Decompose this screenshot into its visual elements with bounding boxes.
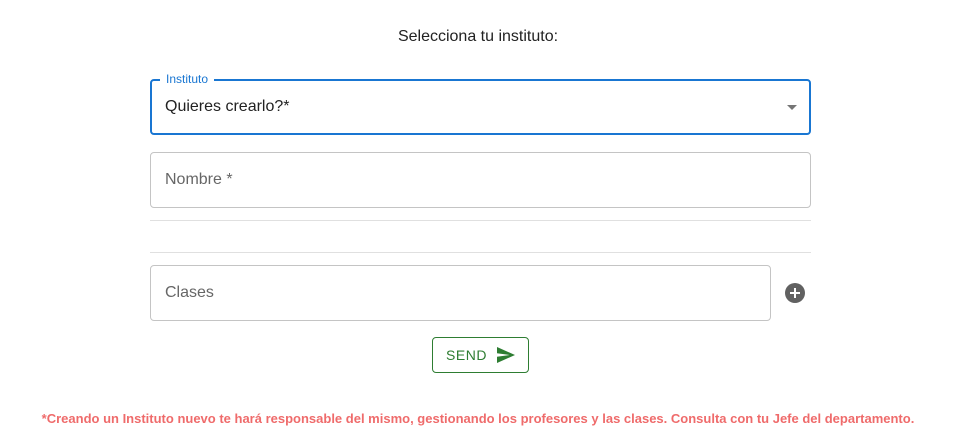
send-button[interactable]: SEND <box>432 337 529 373</box>
send-button-label: SEND <box>446 347 487 363</box>
nombre-field[interactable]: Nombre * <box>150 152 811 208</box>
divider <box>150 252 811 253</box>
add-circle-icon[interactable] <box>785 283 805 303</box>
instituto-label: Instituto <box>160 72 215 86</box>
clases-field[interactable]: Clases <box>150 265 771 321</box>
divider <box>150 220 811 221</box>
instituto-select[interactable]: Instituto Quieres crearlo?* <box>150 72 811 135</box>
nombre-placeholder: Nombre * <box>165 171 233 188</box>
clases-placeholder: Clases <box>165 284 214 301</box>
instituto-selected-value: Quieres crearlo?* <box>165 98 290 115</box>
dropdown-arrow-icon[interactable] <box>787 105 797 110</box>
page-title: Selecciona tu instituto: <box>397 28 559 45</box>
page: Selecciona tu instituto: Instituto Quier… <box>0 0 956 441</box>
send-icon <box>496 347 515 363</box>
disclaimer-text: *Creando un Instituto nuevo te hará resp… <box>41 411 915 426</box>
